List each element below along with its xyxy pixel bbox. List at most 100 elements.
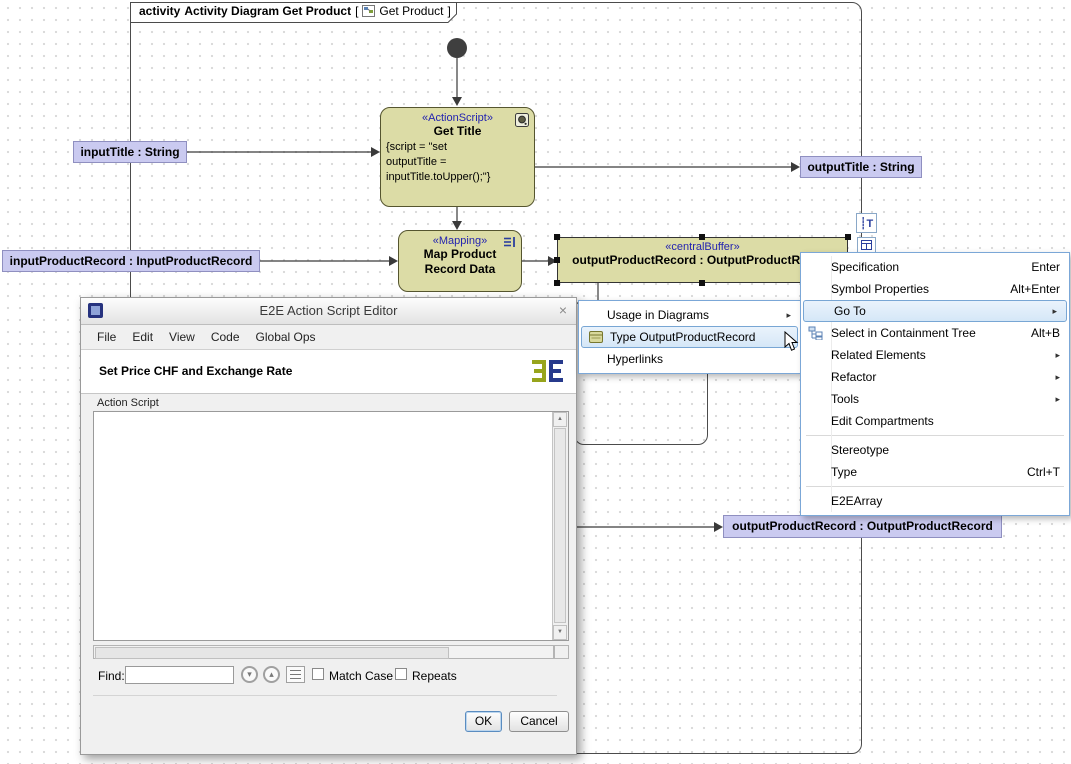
menu-item-type[interactable]: Type Ctrl+T xyxy=(801,461,1069,483)
horizontal-scrollbar-thumb[interactable] xyxy=(95,647,449,659)
pin-input-title[interactable]: inputTitle : String xyxy=(73,141,187,163)
menu-item-label: Usage in Diagrams xyxy=(607,308,709,322)
scroll-down-icon: ▼ xyxy=(557,629,563,635)
chevron-up-icon: ▴ xyxy=(269,669,274,679)
node-name: Get Title xyxy=(381,124,534,139)
menu-item-label: Refactor xyxy=(831,370,876,384)
menu-shortcut: Ctrl+T xyxy=(1001,465,1060,479)
menu-item-related-elements[interactable]: Related Elements ▸ xyxy=(801,344,1069,366)
menu-item-tools[interactable]: Tools ▸ xyxy=(801,388,1069,410)
repeats-checkbox[interactable] xyxy=(395,668,407,680)
dialog-title: E2E Action Script Editor xyxy=(81,303,576,318)
frame-bracket-close: ] xyxy=(447,4,450,18)
dialog-menubar: File Edit View Code Global Ops xyxy=(81,325,576,349)
find-bar: Find: ▾ ▴ Match Case Repeats xyxy=(81,664,576,688)
selection-handle[interactable] xyxy=(554,234,560,240)
action-script-node[interactable]: «ActionScript» Get Title {script = "set … xyxy=(380,107,535,207)
action-script-textarea[interactable]: ▲ ▼ xyxy=(93,411,569,641)
find-previous-button[interactable]: ▴ xyxy=(263,666,280,683)
scroll-up-button[interactable]: ▲ xyxy=(553,412,567,427)
menu-item-label: Symbol Properties xyxy=(831,282,929,296)
match-case-checkbox[interactable] xyxy=(312,668,324,680)
dialog-header: Set Price CHF and Exchange Rate xyxy=(81,349,576,394)
diagram-canvas[interactable]: activity Activity Diagram Get Product [ … xyxy=(0,0,1071,764)
menu-item-specification[interactable]: Specification Enter xyxy=(801,256,1069,278)
edge-outputproductrecord xyxy=(570,448,715,527)
node-name: Map Product Record Data xyxy=(399,247,521,277)
menu-item-stereotype[interactable]: Stereotype xyxy=(801,439,1069,461)
menu-file[interactable]: File xyxy=(89,327,124,347)
selection-handle[interactable] xyxy=(699,234,705,240)
menu-shortcut: Alt+B xyxy=(1005,326,1060,340)
scroll-down-button[interactable]: ▼ xyxy=(553,625,567,640)
dialog-titlebar[interactable]: E2E Action Script Editor × xyxy=(81,298,576,325)
menu-item-symbol-properties[interactable]: Symbol Properties Alt+Enter xyxy=(801,278,1069,300)
smart-manipulator-form-button[interactable] xyxy=(857,237,876,253)
vertical-scrollbar-thumb[interactable] xyxy=(554,428,566,623)
menu-separator xyxy=(806,435,1064,436)
script-name: Set Price CHF and Exchange Rate xyxy=(99,364,292,378)
goto-submenu: Usage in Diagrams ▸ Type OutputProductRe… xyxy=(578,300,801,374)
initial-node[interactable] xyxy=(447,38,467,58)
pin-output-product-record[interactable]: outputProductRecord : OutputProductRecor… xyxy=(723,515,1002,538)
submenu-arrow-icon: ▸ xyxy=(786,310,791,321)
frame-name: Activity Diagram Get Product xyxy=(184,4,351,18)
menu-item-label: Stereotype xyxy=(831,443,889,457)
e2e-logo-icon xyxy=(532,360,563,382)
repeats-label: Repeats xyxy=(412,669,457,683)
menu-item-label: Type xyxy=(831,465,857,479)
ok-button[interactable]: OK xyxy=(465,711,502,732)
menu-view[interactable]: View xyxy=(161,327,203,347)
submenu-arrow-icon: ▸ xyxy=(1052,306,1057,317)
find-options-button[interactable] xyxy=(286,666,305,683)
arrowhead xyxy=(452,221,462,230)
scroll-up-icon: ▲ xyxy=(557,416,563,422)
menu-item-usage-in-diagrams[interactable]: Usage in Diagrams ▸ xyxy=(579,304,800,326)
menu-item-hyperlinks[interactable]: Hyperlinks xyxy=(579,348,800,370)
menu-shortcut: Alt+Enter xyxy=(984,282,1060,296)
menu-item-select-in-containment-tree[interactable]: Select in Containment Tree Alt+B xyxy=(801,322,1069,344)
cancel-button[interactable]: Cancel xyxy=(509,711,569,732)
dialog-separator xyxy=(93,695,557,696)
menu-item-e2earray[interactable]: E2EArray xyxy=(801,490,1069,512)
node-stereotype: «ActionScript» xyxy=(381,108,534,124)
menu-item-type-outputproductrecord[interactable]: Type OutputProductRecord xyxy=(581,326,798,348)
menu-item-label: Type OutputProductRecord xyxy=(610,330,755,344)
node-stereotype: «centralBuffer» xyxy=(558,238,847,253)
find-input[interactable] xyxy=(125,666,234,684)
selection-handle[interactable] xyxy=(845,234,851,240)
menu-separator xyxy=(806,486,1064,487)
frame-diagram-name: Get Product xyxy=(379,4,443,18)
pin-input-product-record[interactable]: inputProductRecord : InputProductRecord xyxy=(2,250,260,272)
frame-title: activity Activity Diagram Get Product [ … xyxy=(139,4,451,18)
submenu-arrow-icon: ▸ xyxy=(1055,394,1060,405)
menu-item-label: Go To xyxy=(834,304,866,318)
menu-global-ops[interactable]: Global Ops xyxy=(248,327,324,347)
menu-item-edit-compartments[interactable]: Edit Compartments xyxy=(801,410,1069,432)
menu-item-label: Tools xyxy=(831,392,859,406)
scrollbar-corner xyxy=(554,645,569,659)
selection-handle[interactable] xyxy=(699,280,705,286)
vertical-scrollbar[interactable]: ▲ ▼ xyxy=(552,412,568,640)
selection-handle[interactable] xyxy=(554,257,560,263)
smart-manipulator-text-button[interactable]: ┊T xyxy=(856,213,877,233)
find-next-button[interactable]: ▾ xyxy=(241,666,258,683)
submenu-arrow-icon: ▸ xyxy=(1055,372,1060,383)
script-badge-icon xyxy=(515,113,529,127)
arrowhead xyxy=(371,147,380,157)
menu-item-label: Select in Containment Tree xyxy=(831,326,976,340)
close-icon[interactable]: × xyxy=(559,302,567,318)
find-label: Find: xyxy=(98,669,125,683)
menu-item-go-to[interactable]: Go To ▸ xyxy=(803,300,1067,322)
containment-tree-icon xyxy=(808,326,824,340)
selection-handle[interactable] xyxy=(554,280,560,286)
horizontal-scrollbar[interactable] xyxy=(93,645,554,659)
menu-code[interactable]: Code xyxy=(203,327,248,347)
menu-edit[interactable]: Edit xyxy=(124,327,161,347)
arrowhead xyxy=(714,522,723,532)
menu-item-refactor[interactable]: Refactor ▸ xyxy=(801,366,1069,388)
mapping-node[interactable]: «Mapping» Map Product Record Data xyxy=(398,230,522,292)
pin-output-title[interactable]: outputTitle : String xyxy=(800,156,922,178)
match-case-label: Match Case xyxy=(329,669,393,683)
menu-item-label: Edit Compartments xyxy=(831,414,934,428)
